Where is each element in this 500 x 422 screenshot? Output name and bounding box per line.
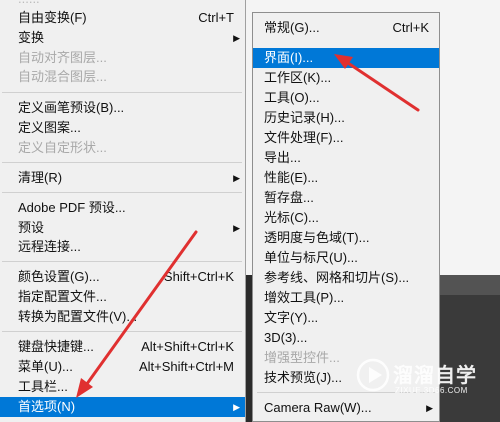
menu-item-transform[interactable]: 变换 ▶ [0,28,245,48]
menu-item-shortcut: Alt+Shift+Ctrl+M [138,359,234,374]
menu-item-label: 远程连接... [18,239,81,254]
submenu-arrow-icon: ▶ [233,402,240,412]
submenu-arrow-icon: ▶ [233,223,240,233]
menu-item-toolbar[interactable]: 工具栏... [0,377,245,397]
menu-item-label: 技术预览(J)... [264,370,342,385]
play-logo-icon [356,358,390,392]
menu-item-label: 工具栏... [18,379,68,394]
menu-item-shortcut: Ctrl+T [198,10,234,25]
menu-item-adobe-pdf-presets[interactable]: Adobe PDF 预设... [0,198,245,218]
menu-item-label: 文件处理(F)... [264,130,344,145]
menu-item-presets[interactable]: 预设 ▶ [0,218,245,238]
menu-item-label: 预设 [18,220,45,235]
menu-item-label: 工具(O)... [264,90,320,105]
menu-item-label: 转换为配置文件(V)... [18,309,138,324]
menu-item-label: 首选项(N) [18,399,76,414]
menu-item-preferences[interactable]: 首选项(N) ▶ [0,397,245,417]
menu-item-shortcut: Shift+Ctrl+K [163,269,234,284]
submenu-item-transparency-gamut[interactable]: 透明度与色域(T)... [253,228,439,248]
submenu-item-tools[interactable]: 工具(O)... [253,88,439,108]
menu-item-label: 定义自定形状... [18,140,107,155]
menu-item-label: 增强型控件... [264,350,340,365]
menu-item-label: 变换 [18,30,45,45]
menu-item-label: 定义画笔预设(B)... [18,100,125,115]
submenu-item-general[interactable]: 常规(G)... Ctrl+K [253,18,439,38]
menu-item-convert-to-profile[interactable]: 转换为配置文件(V)... [0,307,245,327]
menu-item-label: 3D(3)... [264,330,308,345]
menu-item-define-pattern[interactable]: 定义图案... [0,118,245,138]
submenu-item-performance[interactable]: 性能(E)... [253,168,439,188]
menu-item-auto-blend-layers: 自动混合图层... [0,67,245,87]
menu-item-menus[interactable]: 菜单(U)... Alt+Shift+Ctrl+M [0,357,245,377]
watermark-title: 溜溜自学 [393,365,477,387]
submenu-item-type[interactable]: 文字(Y)... [253,308,439,328]
submenu-item-workspace[interactable]: 工作区(K)... [253,68,439,88]
submenu-item-guides-grid-slices[interactable]: 参考线、网格和切片(S)... [253,268,439,288]
submenu-item-history-log[interactable]: 历史记录(H)... [253,108,439,128]
menu-item-label: 自动对齐图层... [18,50,107,65]
menu-item-keyboard-shortcuts[interactable]: 键盘快捷键... Alt+Shift+Ctrl+K [0,337,245,357]
edit-menu: ...... 自由变换(F) Ctrl+T 变换 ▶ 自动对齐图层... 自动混… [0,0,246,422]
submenu-item-export[interactable]: 导出... [253,148,439,168]
menu-separator [2,331,242,332]
submenu-item-interface[interactable]: 界面(I)... [253,48,439,68]
menu-item-label: 单位与标尺(U)... [264,250,358,265]
menu-item-assign-profile[interactable]: 指定配置文件... [0,287,245,307]
menu-item-purge[interactable]: 清理(R) ▶ [0,168,245,188]
menu-separator [2,192,242,193]
menu-item-label: 定义图案... [18,120,81,135]
menu-item-label: 参考线、网格和切片(S)... [264,270,410,285]
menu-item-color-settings[interactable]: 颜色设置(G)... Shift+Ctrl+K [0,267,245,287]
submenu-item-units-rulers[interactable]: 单位与标尺(U)... [253,248,439,268]
menu-item-auto-align-layers: 自动对齐图层... [0,48,245,68]
menu-separator [2,92,242,93]
menu-item-label: 颜色设置(G)... [18,269,100,284]
menu-item-label: 指定配置文件... [18,289,107,304]
submenu-arrow-icon: ▶ [233,33,240,43]
menu-item-label: 增效工具(P)... [264,290,345,305]
menu-item-shortcut: Alt+Shift+Ctrl+K [141,339,234,354]
watermark: 溜溜自学 ZIXUE.3D66.COM [355,355,495,405]
panel-header-strip [440,275,500,295]
submenu-item-file-handling[interactable]: 文件处理(F)... [253,128,439,148]
menu-item-label: 历史记录(H)... [264,110,345,125]
menu-item-label: 性能(E)... [264,170,319,185]
menu-item-label: 光标(C)... [264,210,319,225]
menu-item-label: 自动混合图层... [18,69,107,84]
menu-item-label: 键盘快捷键... [18,339,94,354]
menu-item-label: Adobe PDF 预设... [18,200,126,215]
menu-item-label: 菜单(U)... [18,359,73,374]
menu-item-label: 自由变换(F) [18,10,87,25]
submenu-item-scratch-disks[interactable]: 暂存盘... [253,188,439,208]
menu-item-label: 界面(I)... [264,50,314,65]
menu-item-label: 透明度与色域(T)... [264,230,370,245]
submenu-item-3d[interactable]: 3D(3)... [253,328,439,348]
menu-item-label: 清理(R) [18,170,63,185]
menu-item-label: 工作区(K)... [264,70,332,85]
menu-item-shortcut: Ctrl+K [392,20,429,35]
submenu-item-cursors[interactable]: 光标(C)... [253,208,439,228]
menu-separator [2,261,242,262]
watermark-subtitle: ZIXUE.3D66.COM [395,386,468,395]
menu-item-define-custom-shape: 定义自定形状... [0,138,245,158]
menu-item-free-transform[interactable]: 自由变换(F) Ctrl+T [0,8,245,28]
menu-item-label: 常规(G)... [264,20,320,35]
menu-item-label: 暂存盘... [264,190,314,205]
menu-item-label: 导出... [264,150,301,165]
menu-item-define-brush-preset[interactable]: 定义画笔预设(B)... [0,98,245,118]
submenu-arrow-icon: ▶ [233,173,240,183]
menu-item-remote-connections[interactable]: 远程连接... [0,237,245,257]
menu-item-label: 文字(Y)... [264,310,319,325]
menu-separator [2,162,242,163]
submenu-item-plugins[interactable]: 增效工具(P)... [253,288,439,308]
